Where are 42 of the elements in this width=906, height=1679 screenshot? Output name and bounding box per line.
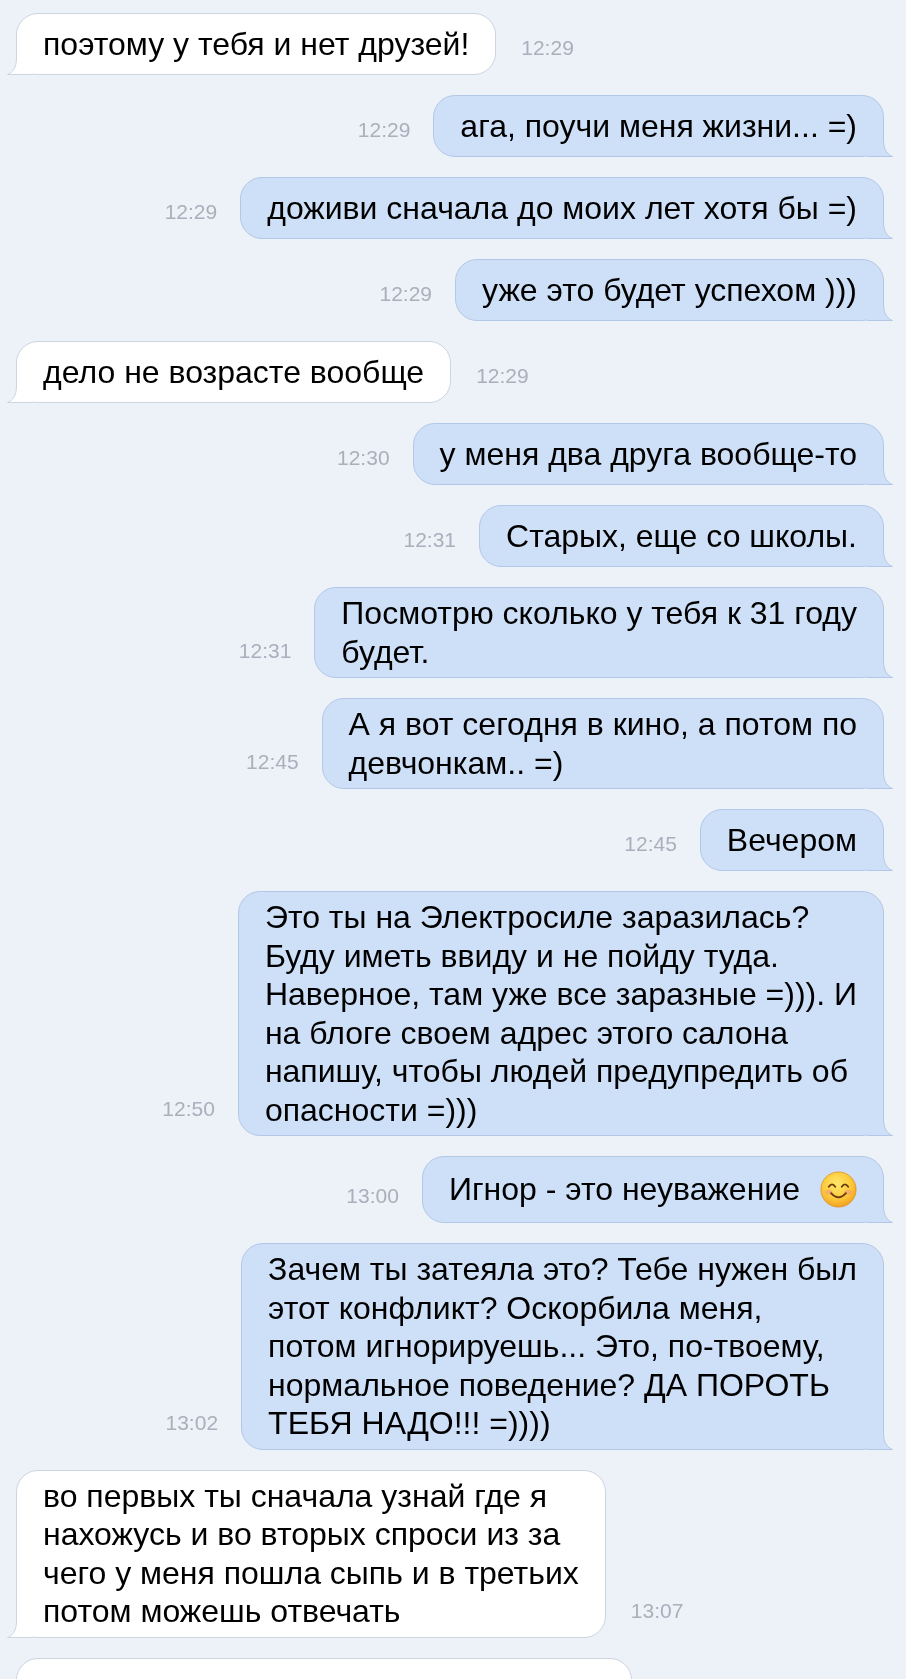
message-text: у меня два друга вообще-то: [439, 434, 857, 474]
message-time: 13:07: [630, 1598, 684, 1623]
message-time: 12:30: [337, 446, 390, 470]
message-text: А я вот сегодня в кино, а потом по девчонкам.. =): [348, 705, 857, 782]
message-text: Зачем ты затеяла это? Тебе нужен был этот конфликт? Оскорбила меня, потом игнорируешь... Это, по-твоему, нормальное поведение? ДА ПОРОТЬ ТЕБЯ НАДО!!! =)))): [268, 1250, 857, 1443]
message-time: 12:31: [403, 528, 457, 552]
bubble-tail: [867, 459, 893, 485]
message-time: 12:29: [379, 282, 433, 306]
message-time: 13:00: [346, 1184, 399, 1208]
bubble-tail: [867, 541, 893, 567]
message-text: Посмотрю сколько у тебя к 31 году будет.: [341, 594, 857, 671]
message-text: ага, поучи меня жизни... =): [460, 106, 857, 146]
bubble-tail: [867, 652, 893, 678]
bubble-tail: [7, 1611, 33, 1638]
message-time: 12:29: [521, 36, 574, 60]
message-time: 13:02: [165, 1410, 219, 1435]
message-time: 12:50: [162, 1097, 215, 1121]
message-time: 12:29: [357, 118, 411, 142]
message-text: дело не возрасте вообще: [43, 352, 425, 392]
bubble-tail: [867, 845, 893, 871]
message-text: Вечером: [726, 820, 857, 860]
bubble-tail: [867, 295, 893, 321]
message-time: 12:31: [238, 639, 292, 663]
message-text: Это ты на Электросиле заразилась? Буду иметь ввиду и не пойду туда. Наверное, там уже все заразные =))). И на блоге своем адрес этого салона напишу, чтобы людей предупредить об опасности =))): [264, 898, 857, 1129]
message-text: поэтому у тебя и нет друзей!: [43, 24, 470, 64]
bubble-tail: [867, 763, 893, 789]
message-text: уже это будет успехом ))): [482, 270, 857, 310]
bubble-tail: [7, 377, 33, 403]
bubble-tail: [867, 213, 893, 239]
bubble-tail: [867, 1110, 893, 1136]
bubble-tail: [867, 131, 893, 157]
message-text: во первых ты сначала узнай где я нахожусь и во вторых спроси из за чего у меня пошла сыпь и в третьих потом можешь отвечать: [43, 1476, 579, 1631]
message-text: доживи сначала до моих лет хотя бы =): [267, 188, 857, 228]
bubble-tail: [7, 49, 33, 75]
bubble-tail: [867, 1423, 893, 1450]
message-text: Старых, еще со школы.: [506, 516, 857, 556]
message-text: Игнор - это неуважение: [448, 1170, 800, 1209]
message-time: 12:29: [164, 200, 218, 224]
message-time: 12:29: [476, 364, 529, 388]
message-time: 12:45: [624, 832, 677, 856]
bubble-tail: [867, 1197, 893, 1223]
message-time: 12:45: [246, 750, 299, 774]
